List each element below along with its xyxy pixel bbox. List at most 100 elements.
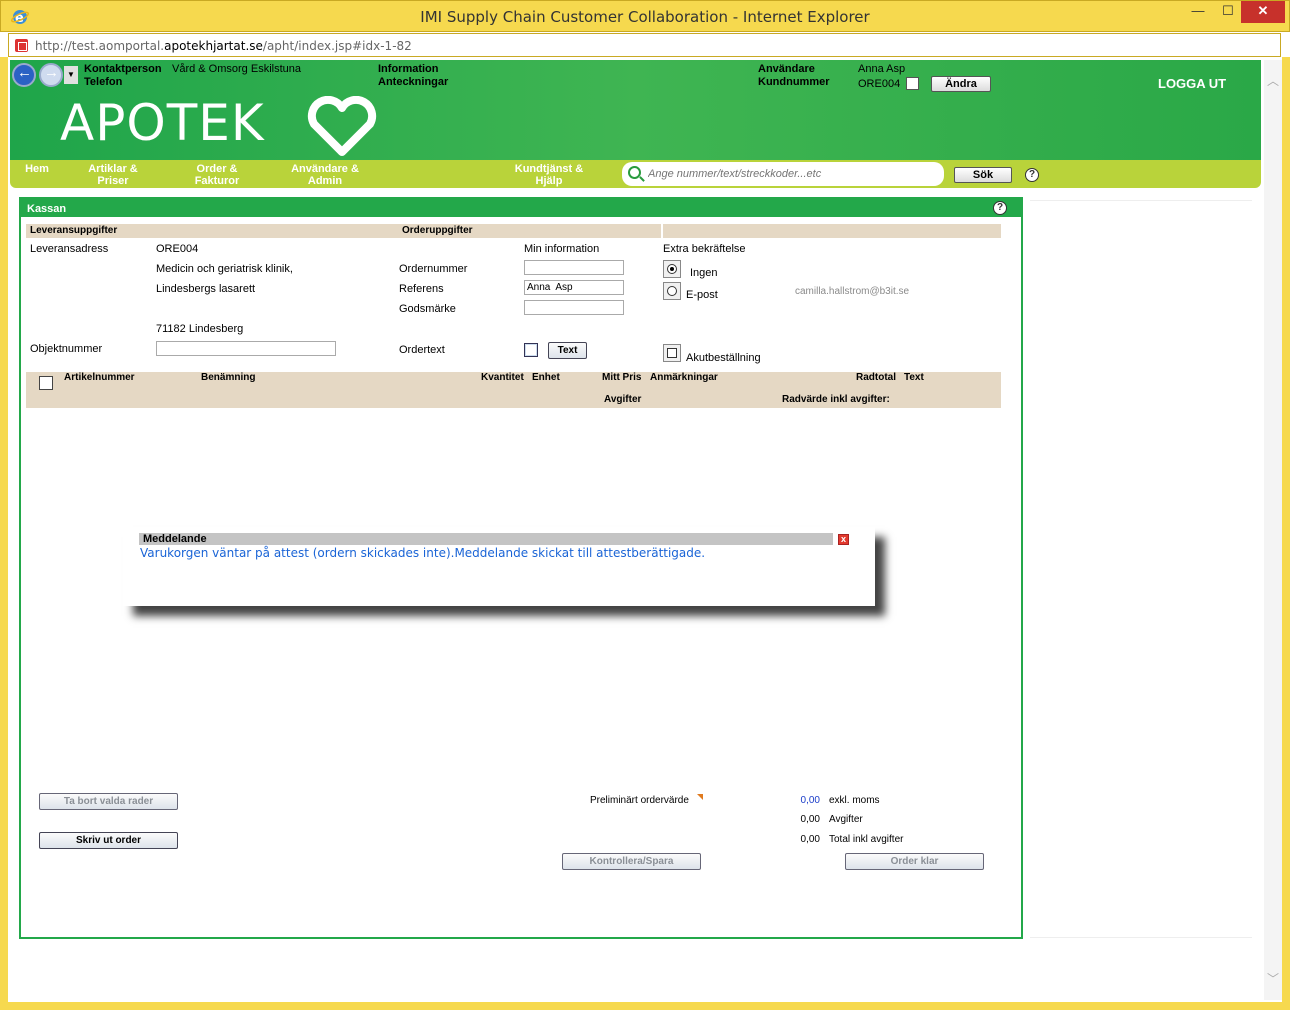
customer-number-value: ORE004	[858, 78, 901, 90]
address-line: Medicin och geriatrisk klinik,	[156, 263, 293, 275]
dialog-title: Meddelande	[139, 533, 833, 545]
fees-label: Avgifter	[829, 814, 863, 825]
total-label: Total inkl avgifter	[829, 834, 904, 845]
address-line: Lindesbergs lasarett	[156, 283, 256, 295]
panel-help-icon[interactable]: ?	[993, 201, 1007, 215]
close-window-button[interactable]: ✕	[1241, 1, 1285, 23]
search-box	[622, 162, 944, 186]
address-line: ORE004	[156, 243, 199, 255]
object-number-input[interactable]	[156, 341, 336, 356]
order-lines-header: Artikelnummer Benämning Kvantitet Enhet …	[26, 372, 1001, 408]
nav-support-help[interactable]: Kundtjänst & Hjälp	[506, 163, 592, 187]
heart-logo-icon	[307, 96, 377, 156]
address-url[interactable]: http://test.aomportal.apotekhjartat.se/a…	[35, 39, 412, 53]
order-number-label: Ordernummer	[399, 263, 468, 275]
contact-value: Vård & Omsorg Eskilstuna	[172, 63, 301, 75]
confirm-section-header	[663, 224, 1001, 238]
excl-vat-value: 0,00	[800, 795, 820, 806]
address-bar[interactable]: http://test.aomportal.apotekhjartat.se/a…	[8, 33, 1281, 57]
window-frame-right	[1282, 57, 1290, 1010]
info-marker-icon	[697, 794, 703, 800]
customer-number-label: Kundnummer	[758, 76, 830, 88]
col-quantity[interactable]: Kvantitet	[481, 372, 524, 383]
extra-confirm-label: Extra bekräftelse	[663, 243, 746, 255]
scroll-up-icon[interactable]: ︿	[1267, 72, 1279, 89]
delivery-section-header: Leveransuppgifter	[26, 224, 398, 238]
col-row-total[interactable]: Radtotal	[856, 372, 896, 383]
urgent-checkbox[interactable]	[663, 344, 681, 362]
history-dropdown-icon[interactable]: ▼	[64, 66, 78, 84]
page-icon	[15, 39, 28, 52]
logout-link[interactable]: LOGGA UT	[1158, 76, 1226, 91]
user-label: Användare	[758, 63, 815, 75]
urgent-label: Akutbeställning	[686, 352, 761, 364]
radio-none[interactable]	[663, 260, 681, 278]
check-save-button[interactable]: Kontrollera/Spara	[562, 853, 701, 870]
help-icon[interactable]: ?	[1025, 168, 1039, 182]
panel-title: Kassan	[21, 199, 1021, 217]
col-remarks[interactable]: Anmärkningar	[650, 372, 718, 383]
preliminary-order-value-label: Preliminärt ordervärde	[590, 795, 689, 806]
apotek-logo-text: APOTEK	[60, 94, 265, 152]
order-text-checkbox[interactable]	[524, 343, 538, 357]
col-description[interactable]: Benämning	[201, 372, 255, 383]
window-frame-left	[0, 57, 8, 1010]
notes-link[interactable]: Anteckningar	[378, 76, 448, 88]
order-section-header: Orderuppgifter	[398, 224, 661, 238]
dialog-close-icon[interactable]: x	[838, 534, 849, 545]
radio-none-label: Ingen	[690, 267, 718, 279]
change-button[interactable]: Ändra	[931, 76, 991, 92]
customer-checkbox[interactable]	[906, 77, 919, 90]
nav-orders-invoices[interactable]: Order & Fakturor	[182, 163, 252, 187]
radio-email-label: E-post	[686, 289, 718, 301]
order-text-label: Ordertext	[399, 344, 445, 356]
information-link[interactable]: Information	[378, 63, 439, 75]
print-order-button[interactable]: Skriv ut order	[39, 832, 178, 849]
user-value: Anna Asp	[858, 63, 906, 75]
side-area	[1030, 200, 1252, 938]
nav-articles-prices[interactable]: Artiklar & Priser	[80, 163, 146, 187]
main-navigation: Hem Artiklar & Priser Order & Fakturor Anv…	[10, 160, 1261, 188]
goods-mark-input[interactable]	[524, 300, 624, 315]
back-arrow-icon[interactable]	[12, 63, 36, 87]
col-my-price[interactable]: Mitt Pris	[602, 372, 641, 383]
remove-selected-rows-button[interactable]: Ta bort valda rader	[39, 793, 178, 810]
col-text[interactable]: Text	[904, 372, 924, 383]
contact-label: Kontaktperson	[84, 63, 162, 75]
excl-vat-label: exkl. moms	[829, 795, 880, 806]
maximize-button[interactable]: ☐	[1213, 1, 1243, 23]
col-article-number[interactable]: Artikelnummer	[64, 372, 135, 383]
search-input[interactable]	[648, 166, 938, 182]
select-all-checkbox[interactable]	[39, 376, 53, 390]
order-number-input[interactable]	[524, 260, 624, 275]
phone-label: Telefon	[84, 76, 123, 88]
dialog-message: Varukorgen väntar på attest (ordern skic…	[140, 546, 706, 560]
fees-value: 0,00	[800, 814, 820, 825]
delivery-address-label: Leveransadress	[30, 243, 109, 255]
vertical-scrollbar[interactable]: ︿ ﹀	[1264, 60, 1282, 1000]
object-number-label: Objektnummer	[30, 343, 103, 355]
col-fees[interactable]: Avgifter	[604, 394, 641, 405]
col-row-value-incl-fees[interactable]: Radvärde inkl avgifter:	[782, 394, 890, 405]
email-value: camilla.hallstrom@b3it.se	[795, 286, 910, 297]
reference-label: Referens	[399, 283, 444, 295]
search-button[interactable]: Sök	[954, 167, 1012, 183]
minimize-button[interactable]: —	[1183, 1, 1213, 23]
text-button[interactable]: Text	[548, 342, 587, 359]
total-value: 0,00	[800, 834, 820, 845]
col-unit[interactable]: Enhet	[532, 372, 560, 383]
my-info-label: Min information	[524, 243, 600, 255]
window-title: IMI Supply Chain Customer Collaboration …	[420, 8, 870, 26]
order-done-button[interactable]: Order klar	[845, 853, 984, 870]
nav-users-admin[interactable]: Användare & Admin	[282, 163, 368, 187]
window-titlebar: e IMI Supply Chain Customer Collaboratio…	[0, 0, 1290, 32]
goods-mark-label: Godsmärke	[399, 303, 456, 315]
forward-arrow-icon[interactable]	[39, 63, 63, 87]
nav-home[interactable]: Hem	[24, 163, 50, 175]
message-dialog: Meddelande x Varukorgen väntar på attest…	[123, 527, 875, 606]
scroll-down-icon[interactable]: ﹀	[1267, 970, 1279, 987]
radio-email[interactable]	[663, 282, 681, 300]
reference-input[interactable]	[524, 280, 624, 295]
window-frame-bottom	[0, 1002, 1290, 1010]
search-icon	[628, 166, 641, 179]
